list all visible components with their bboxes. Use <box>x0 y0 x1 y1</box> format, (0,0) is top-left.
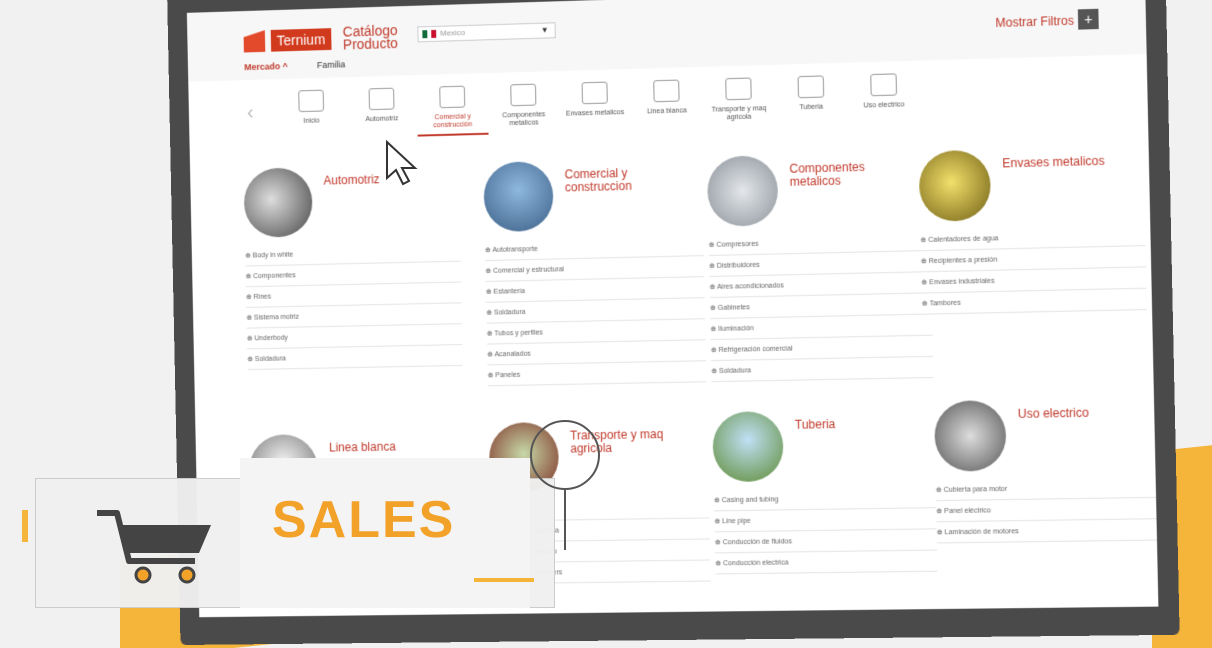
component-icon <box>510 83 537 107</box>
uso-electrico-image <box>933 399 1007 472</box>
chevron-down-icon: ▼ <box>540 25 549 35</box>
show-filters-link[interactable]: Mostrar Filtros <box>995 14 1074 31</box>
nav-linea-blanca[interactable]: Linea blanca <box>630 79 703 117</box>
country-select[interactable]: Mexico ▼ <box>417 22 556 43</box>
home-icon <box>298 89 325 113</box>
card-tuberia[interactable]: Tuberia Casing and tubing Line pipe Cond… <box>712 409 938 575</box>
can-icon <box>581 81 608 105</box>
nav-tuberia[interactable]: Tuberia <box>774 75 847 113</box>
card-comercial[interactable]: Comercial y construccion Autotransporte … <box>483 158 707 387</box>
tab-bar: Mercado ^ Familia <box>244 59 345 72</box>
list-item[interactable]: Soldadura <box>247 345 463 371</box>
tab-mercado[interactable]: Mercado ^ <box>244 61 288 72</box>
country-value: Mexico <box>439 28 466 38</box>
comercial-image <box>483 160 554 233</box>
magnifier-icon <box>530 420 600 490</box>
nav-inicio[interactable]: Inicio <box>276 89 347 127</box>
plus-button[interactable]: + <box>1077 8 1099 30</box>
nav-transporte[interactable]: Transporte y maq agricola <box>702 77 775 123</box>
card-title[interactable]: Uso electrico <box>1018 406 1141 421</box>
pipe-icon <box>797 75 825 99</box>
mexico-flag-icon <box>422 29 437 39</box>
list-item[interactable]: Line pipe <box>714 508 937 533</box>
plug-icon <box>870 73 898 97</box>
card-title[interactable]: Componentes metalicos <box>789 160 911 189</box>
magnifier-handle <box>564 490 566 550</box>
nav-uso-electrico[interactable]: Uso electrico <box>847 73 921 111</box>
cursor-icon <box>386 140 418 186</box>
nav-comercial[interactable]: Comercial y construcción <box>416 85 489 137</box>
nav-label: Envases metalicos <box>566 109 625 118</box>
catalog-title: Catálogo Producto <box>342 22 399 53</box>
card-list: Body in white Componentes Rines Sistema … <box>244 240 463 371</box>
logo-mark-icon <box>243 30 265 52</box>
card-title[interactable]: Comercial y construccion <box>564 165 684 195</box>
card-envases[interactable]: Envases metalicos Calentadores de agua R… <box>918 146 1147 315</box>
nav-label: Linea blanca <box>646 107 687 116</box>
envases-image <box>918 149 992 222</box>
tuberia-image <box>712 410 784 483</box>
nav-automotriz[interactable]: Automotriz <box>346 87 417 125</box>
nav-label: Uso electrico <box>863 101 905 110</box>
card-title[interactable]: Automotriz <box>323 172 441 187</box>
appliance-icon <box>653 79 680 103</box>
truck-icon <box>725 77 752 101</box>
accent-line <box>474 578 534 582</box>
card-componentes[interactable]: Componentes metalicos Compresores Distri… <box>706 152 934 383</box>
nav-label: Comercial y construcción <box>433 113 473 130</box>
nav-label: Transporte y maq agricola <box>711 105 767 122</box>
catalog-line2: Producto <box>342 35 399 53</box>
list-item[interactable]: Conducción de fluidos <box>714 529 938 554</box>
automotriz-image <box>243 167 313 238</box>
brand-name: Ternium <box>270 28 332 52</box>
card-list: Compresores Distribuidores Aires acondic… <box>708 229 934 383</box>
card-linea-blanca[interactable]: Linea blanca <box>248 432 445 505</box>
componentes-image <box>706 155 779 227</box>
accent-bar <box>22 510 28 542</box>
logo[interactable]: Ternium Catálogo Producto <box>243 22 399 54</box>
card-title[interactable]: Envases metalicos <box>1002 154 1125 171</box>
list-item[interactable]: Soldadura <box>711 356 934 383</box>
list-item[interactable]: Tambores <box>921 288 1147 315</box>
card-title[interactable]: Tuberia <box>795 417 917 432</box>
list-item[interactable]: Panel eléctrico <box>936 497 1159 523</box>
list-item[interactable]: Paneles <box>487 361 707 387</box>
chevron-left-icon[interactable]: ‹ <box>247 91 277 124</box>
card-list: Calentadores de agua Recipientes a presi… <box>920 224 1147 315</box>
nav-envases[interactable]: Envases metalicos <box>559 81 631 119</box>
nav-label: Automotriz <box>365 115 399 124</box>
list-item[interactable]: Conducción electrica <box>715 550 938 575</box>
tab-familia[interactable]: Familia <box>317 59 346 70</box>
card-list: Autotransporte Comercial y estructural E… <box>484 235 707 387</box>
cart-icon <box>97 510 211 584</box>
car-icon <box>368 87 395 111</box>
nav-componentes[interactable]: Componentes metalicos <box>488 83 560 129</box>
card-title[interactable]: Linea blanca <box>329 440 447 455</box>
nav-label: Tuberia <box>799 103 824 112</box>
beam-icon <box>439 85 466 109</box>
list-item[interactable]: Laminación de motores <box>936 519 1159 544</box>
card-uso-electrico[interactable]: Uso electrico Cubierta para motor Panel … <box>933 398 1159 544</box>
card-transporte[interactable]: Transporte y maq agricola Maquinaria agr… <box>488 420 711 585</box>
nav-label: Inicio <box>303 117 320 125</box>
card-list: Casing and tubing Line pipe Conducción d… <box>713 486 938 575</box>
nav-label: Componentes metalicos <box>502 111 546 128</box>
category-nav: ‹ Inicio Automotriz Comercial y construc… <box>247 68 1077 155</box>
sales-label: SALES <box>272 491 456 549</box>
card-list: Cubierta para motor Panel eléctrico Lami… <box>935 476 1159 544</box>
